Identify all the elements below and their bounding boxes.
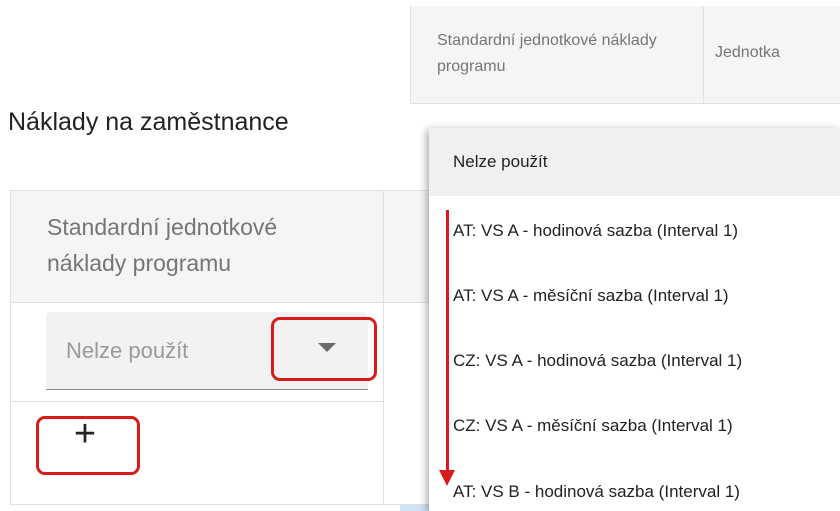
row-divider	[11, 401, 383, 402]
section-title: Náklady na zaměstnance	[8, 108, 289, 136]
option-label: Nelze použít	[453, 152, 548, 171]
column-header-unit-costs: Standardní jednotkové náklady programu	[47, 214, 278, 276]
column-divider	[703, 6, 704, 103]
right-column-header-unit-costs: Standardní jednotkové náklady programu	[437, 32, 657, 75]
select-value: Nelze použít	[66, 338, 189, 363]
scroll-arrow-annotation	[446, 210, 449, 472]
dropdown-option[interactable]: AT: VS A - měsíční sazba (Interval 1)	[453, 286, 729, 306]
dropdown-option[interactable]: CZ: VS A - měsíční sazba (Interval 1)	[453, 416, 733, 436]
dropdown-option[interactable]: AT: VS B - hodinová sazba (Interval 1)	[453, 482, 740, 502]
dropdown-option[interactable]: CZ: VS A - hodinová sazba (Interval 1)	[453, 351, 742, 371]
left-table-header: Standardní jednotkové náklady programu	[11, 191, 429, 303]
highlight-dropdown-arrow	[271, 317, 377, 381]
right-column-header-unit: Jednotka	[715, 44, 780, 61]
dropdown-menu: Nelze použít AT: VS A - hodinová sazba (…	[429, 128, 840, 511]
column-divider	[383, 191, 384, 504]
dropdown-option-selected[interactable]: Nelze použít	[429, 128, 840, 196]
dropdown-option[interactable]: AT: VS A - hodinová sazba (Interval 1)	[453, 221, 738, 241]
arrow-down-icon	[439, 470, 455, 486]
right-table-header: Standardní jednotkové náklady programu J…	[410, 6, 840, 104]
highlight-add-button	[36, 416, 140, 475]
